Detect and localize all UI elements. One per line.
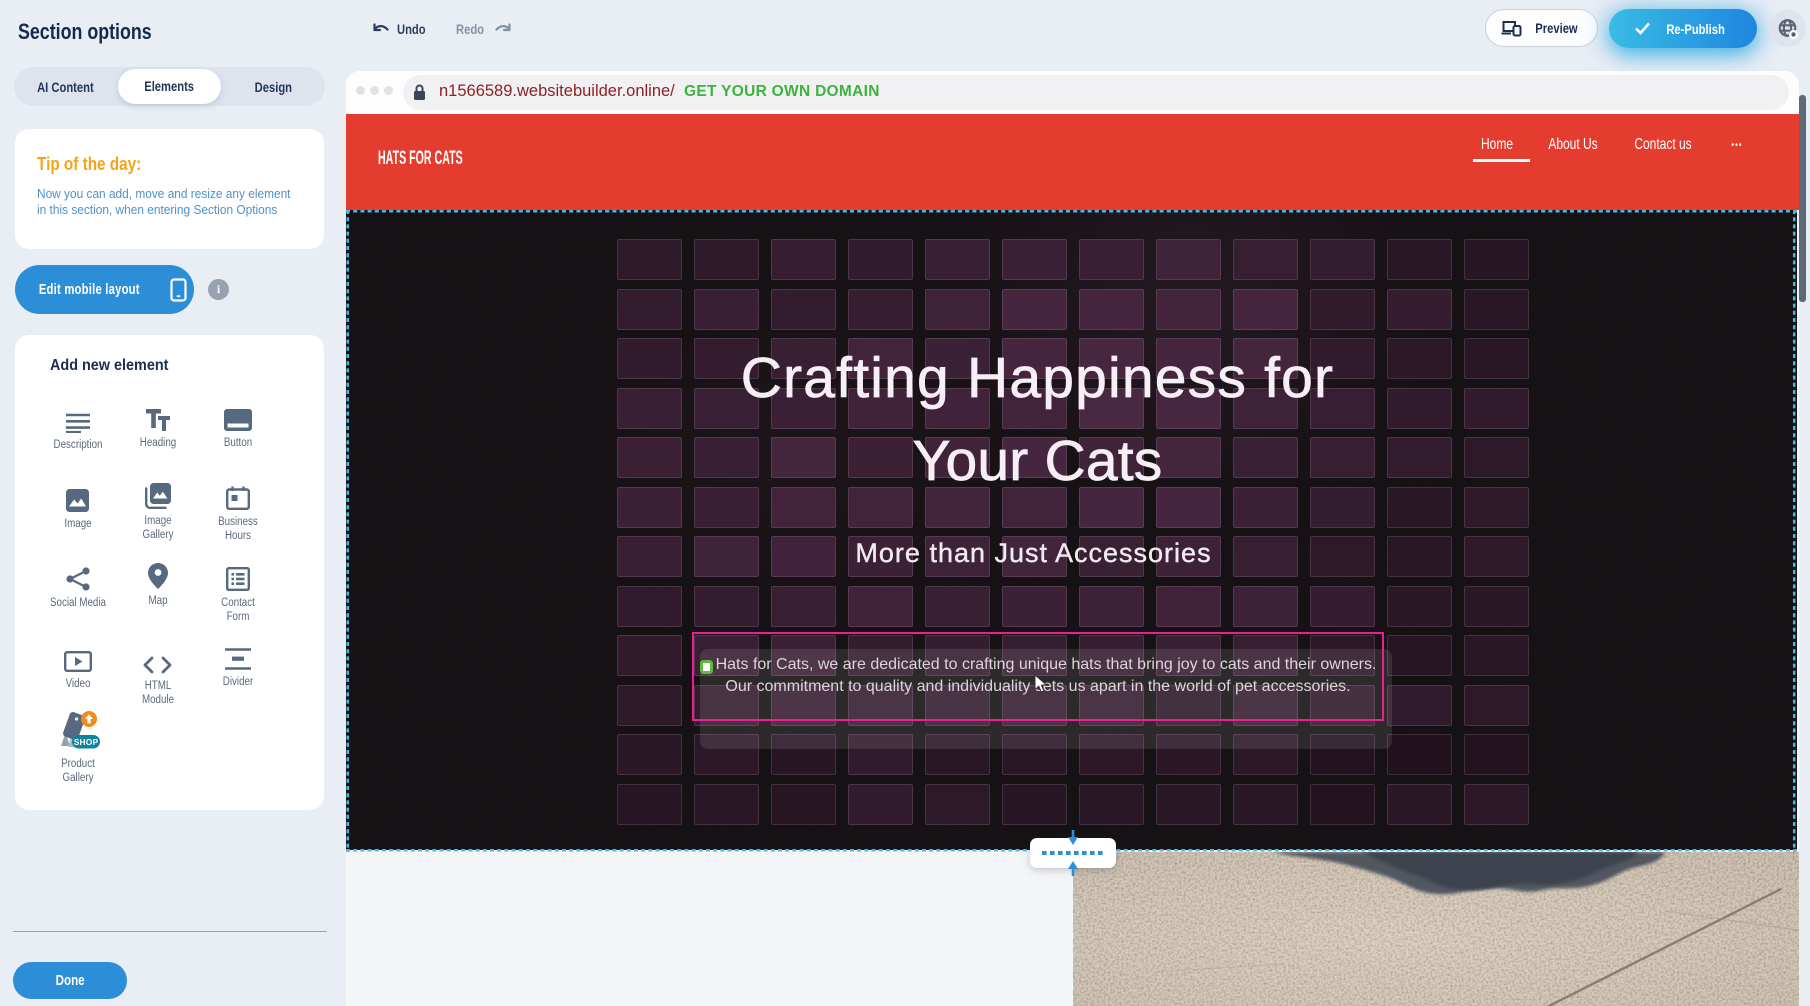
svg-text:SHOP: SHOP <box>73 737 98 747</box>
